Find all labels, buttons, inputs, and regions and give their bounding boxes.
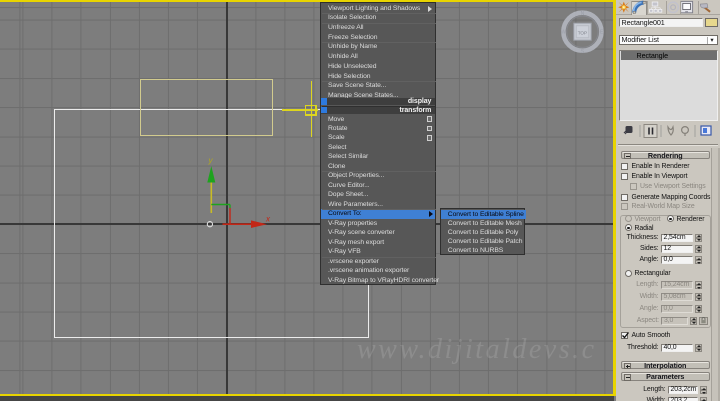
svg-text:N: N	[581, 11, 585, 17]
svg-text:x: x	[265, 215, 271, 224]
svg-text:y: y	[208, 156, 214, 165]
svg-text:W: W	[561, 30, 566, 36]
svg-text:TOP: TOP	[578, 31, 587, 36]
